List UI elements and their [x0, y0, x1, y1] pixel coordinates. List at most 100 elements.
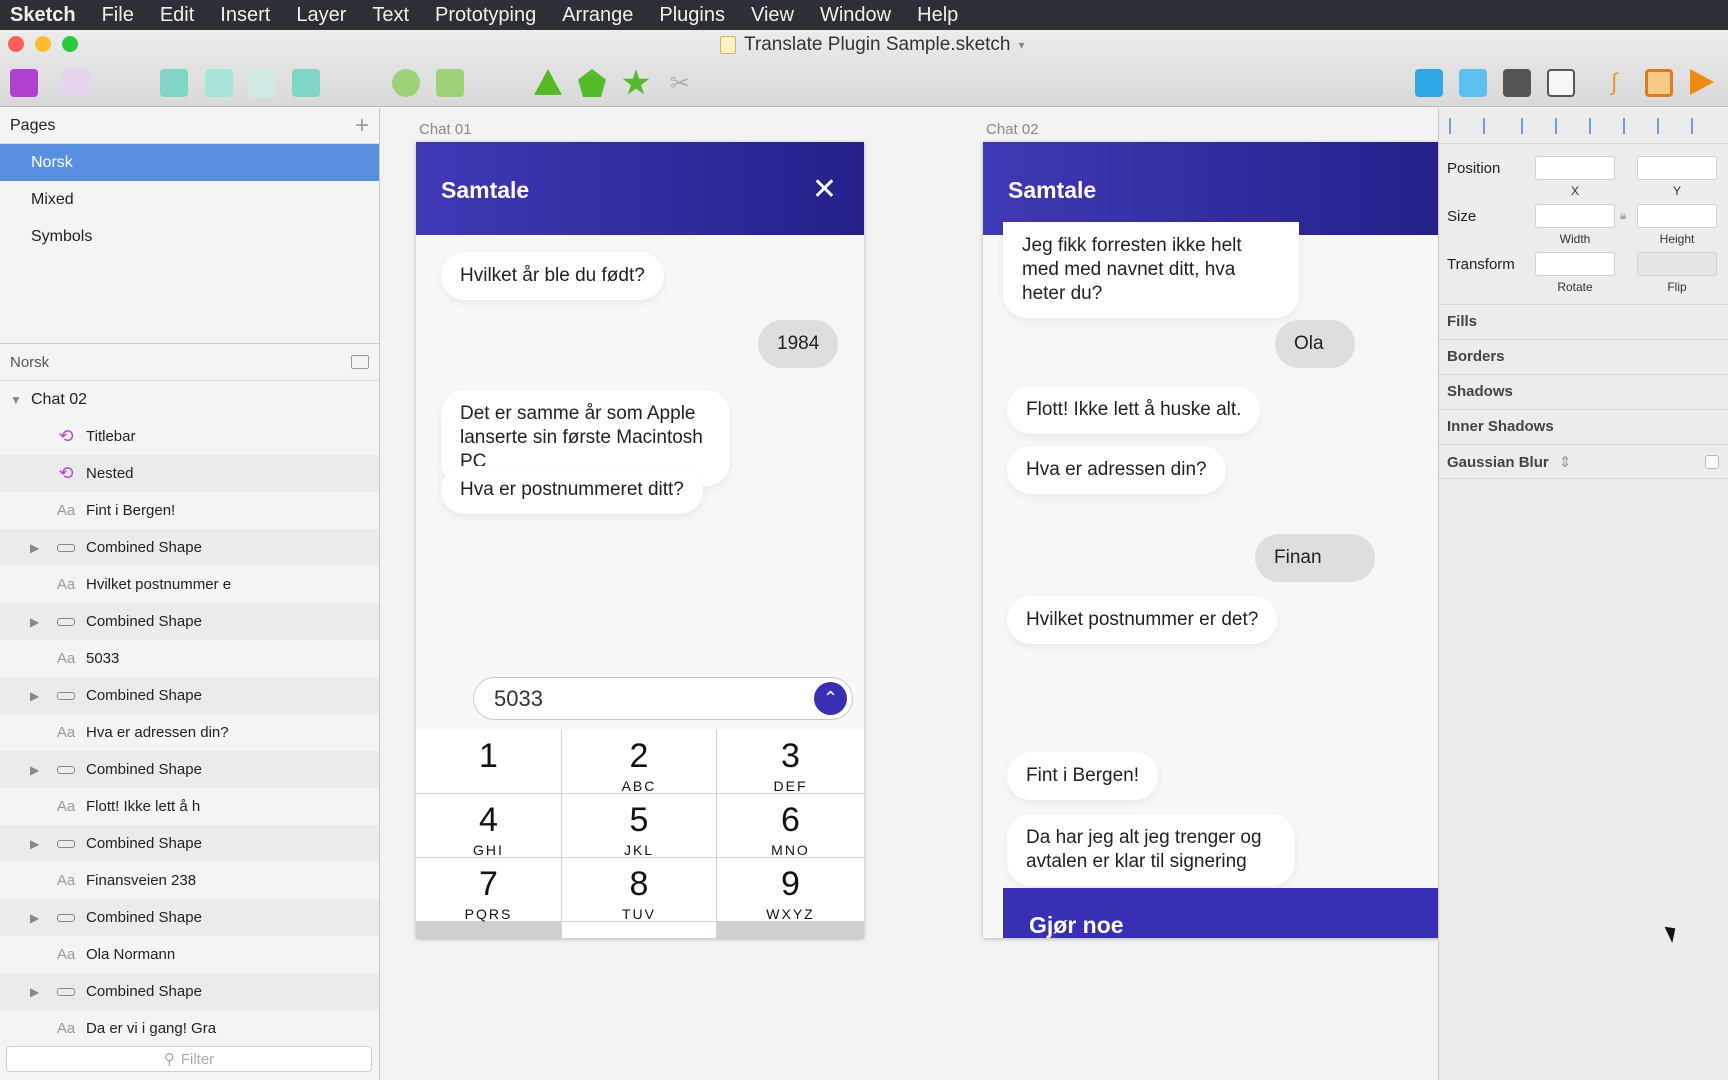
window-minimize-button[interactable] — [35, 36, 51, 52]
menu-app-sketch[interactable]: Sketch — [10, 4, 76, 27]
lock-icon[interactable]: 🔒︎ — [1620, 208, 1626, 223]
menu-layer[interactable]: Layer — [296, 4, 346, 27]
distribute-vertical-icon[interactable] — [1483, 118, 1499, 134]
borders-section[interactable]: Borders — [1439, 339, 1728, 374]
disclosure-closed-icon[interactable]: ▶ — [30, 689, 39, 703]
add-page-icon[interactable]: + — [355, 112, 369, 140]
layer-row[interactable]: Aa Flott! Ikke lett å h — [0, 788, 379, 825]
layer-row[interactable]: ▶ Combined Shape — [0, 751, 379, 788]
page-item-mixed[interactable]: Mixed — [0, 181, 379, 218]
scale-icon[interactable] — [436, 69, 464, 97]
layout-view-icon[interactable] — [1459, 69, 1487, 97]
menu-edit[interactable]: Edit — [160, 4, 194, 27]
layer-row[interactable]: Aa Finansveien 238 — [0, 862, 379, 899]
distribute-horizontal-icon[interactable] — [1449, 118, 1465, 134]
key-4[interactable]: 4 GHI — [416, 794, 561, 858]
page-item-symbols[interactable]: Symbols — [0, 218, 379, 255]
align-bottom-icon[interactable] — [1691, 118, 1707, 134]
subtract-icon[interactable] — [205, 69, 233, 97]
difference-icon[interactable] — [292, 69, 320, 97]
layer-row[interactable]: ▶ Combined Shape — [0, 529, 379, 566]
key-9[interactable]: 9 WXYZ — [717, 858, 864, 922]
blur-checkbox[interactable] — [1705, 455, 1719, 469]
key-1[interactable]: 1 — [416, 730, 561, 793]
canvas[interactable]: Chat 01 Samtale ✕ Hvilket år ble du født… — [381, 108, 1438, 1080]
pixel-view-icon[interactable] — [1503, 69, 1531, 97]
backspace-key[interactable] — [717, 922, 864, 938]
menu-insert[interactable]: Insert — [220, 4, 270, 27]
menu-file[interactable]: File — [102, 4, 134, 27]
window-zoom-button[interactable] — [62, 36, 78, 52]
symbol-detach-icon[interactable] — [62, 69, 90, 97]
align-left-icon[interactable] — [1521, 118, 1537, 134]
intersect-icon[interactable] — [248, 69, 276, 97]
disclosure-closed-icon[interactable]: ▶ — [30, 837, 39, 851]
align-center-icon[interactable] — [1555, 118, 1571, 134]
menu-window[interactable]: Window — [820, 4, 891, 27]
layer-row[interactable]: Aa Fint i Bergen! — [0, 492, 379, 529]
menu-plugins[interactable]: Plugins — [659, 4, 725, 27]
action-button[interactable]: Gjør noe — [1003, 888, 1438, 938]
artboard-chat-01[interactable]: Samtale ✕ Hvilket år ble du født? 1984 D… — [416, 142, 864, 938]
union-icon[interactable] — [160, 69, 188, 97]
disclosure-closed-icon[interactable]: ▶ — [30, 615, 39, 629]
stepper-icon[interactable]: ⇕ — [1559, 454, 1572, 471]
postcode-input[interactable]: 5033 ⌃ — [473, 677, 853, 720]
gaussian-blur-section[interactable]: Gaussian Blur ⇕ — [1439, 444, 1728, 479]
triangle-icon[interactable] — [534, 69, 562, 95]
layer-row[interactable]: ▶ Combined Shape — [0, 677, 379, 714]
layer-row[interactable]: ⟲ Titlebar — [0, 418, 379, 455]
preview-play-icon[interactable] — [1690, 69, 1714, 95]
disclosure-closed-icon[interactable]: ▶ — [30, 985, 39, 999]
layer-filter-input[interactable]: ⚲ Filter — [6, 1046, 372, 1072]
layer-row[interactable]: Aa Da er vi i gang! Gra — [0, 1010, 379, 1047]
mask-icon[interactable] — [392, 69, 420, 97]
position-x-field[interactable] — [1535, 156, 1615, 180]
artboard-label-chat-02[interactable]: Chat 02 — [986, 121, 1039, 138]
polygon-icon[interactable] — [578, 69, 606, 97]
menu-prototyping[interactable]: Prototyping — [435, 4, 536, 27]
width-field[interactable] — [1535, 204, 1615, 228]
menu-view[interactable]: View — [751, 4, 794, 27]
key-3[interactable]: 3 DEF — [717, 730, 864, 794]
send-button[interactable]: ⌃ — [814, 682, 847, 715]
artboard-chat-02[interactable]: Samtale Jeg fikk forresten ikke helt med… — [983, 142, 1438, 938]
shadows-section[interactable]: Shadows — [1439, 374, 1728, 409]
key-8[interactable]: 8 TUV — [562, 858, 716, 922]
disclosure-closed-icon[interactable]: ▶ — [30, 763, 39, 777]
layer-group-chat-02[interactable]: ▼ Chat 02 — [0, 381, 379, 418]
key-0[interactable]: 0 — [562, 922, 716, 938]
close-icon[interactable]: ✕ — [812, 172, 837, 207]
star-icon[interactable] — [622, 69, 650, 95]
align-top-icon[interactable] — [1623, 118, 1639, 134]
menu-help[interactable]: Help — [917, 4, 958, 27]
fills-section[interactable]: Fills — [1439, 304, 1728, 339]
view-menu-icon[interactable] — [1547, 69, 1575, 97]
key-2[interactable]: 2 ABC — [562, 730, 716, 794]
document-title[interactable]: Translate Plugin Sample.sketch ▾ — [720, 34, 1025, 56]
grid-view-icon[interactable] — [1415, 69, 1443, 97]
layer-row[interactable]: ▶ Combined Shape — [0, 899, 379, 936]
layer-row[interactable]: ⟲ Nested — [0, 455, 379, 492]
disclosure-open-icon[interactable]: ▼ — [10, 393, 22, 407]
key-6[interactable]: 6 MNO — [717, 794, 864, 858]
inner-shadows-section[interactable]: Inner Shadows — [1439, 409, 1728, 444]
collapse-layers-icon[interactable] — [351, 355, 369, 369]
scissors-icon[interactable]: ✂ — [666, 69, 694, 97]
menu-text[interactable]: Text — [372, 4, 409, 27]
window-close-button[interactable] — [8, 36, 24, 52]
align-right-icon[interactable] — [1589, 118, 1605, 134]
layer-row[interactable]: Aa 5033 — [0, 640, 379, 677]
disclosure-closed-icon[interactable]: ▶ — [30, 541, 39, 555]
menu-arrange[interactable]: Arrange — [562, 4, 633, 27]
disclosure-closed-icon[interactable]: ▶ — [30, 911, 39, 925]
layer-row[interactable]: ▶ Combined Shape — [0, 973, 379, 1010]
pencil-icon[interactable]: ∫ — [1600, 69, 1628, 97]
key-5[interactable]: 5 JKL — [562, 794, 716, 858]
symbol-insert-icon[interactable] — [10, 69, 38, 97]
layer-row[interactable]: Aa Hvilket postnummer e — [0, 566, 379, 603]
rotate-field[interactable] — [1535, 252, 1615, 276]
key-7[interactable]: 7 PQRS — [416, 858, 561, 922]
artboard-label-chat-01[interactable]: Chat 01 — [419, 121, 472, 138]
layer-row[interactable]: Aa Ola Normann — [0, 936, 379, 973]
